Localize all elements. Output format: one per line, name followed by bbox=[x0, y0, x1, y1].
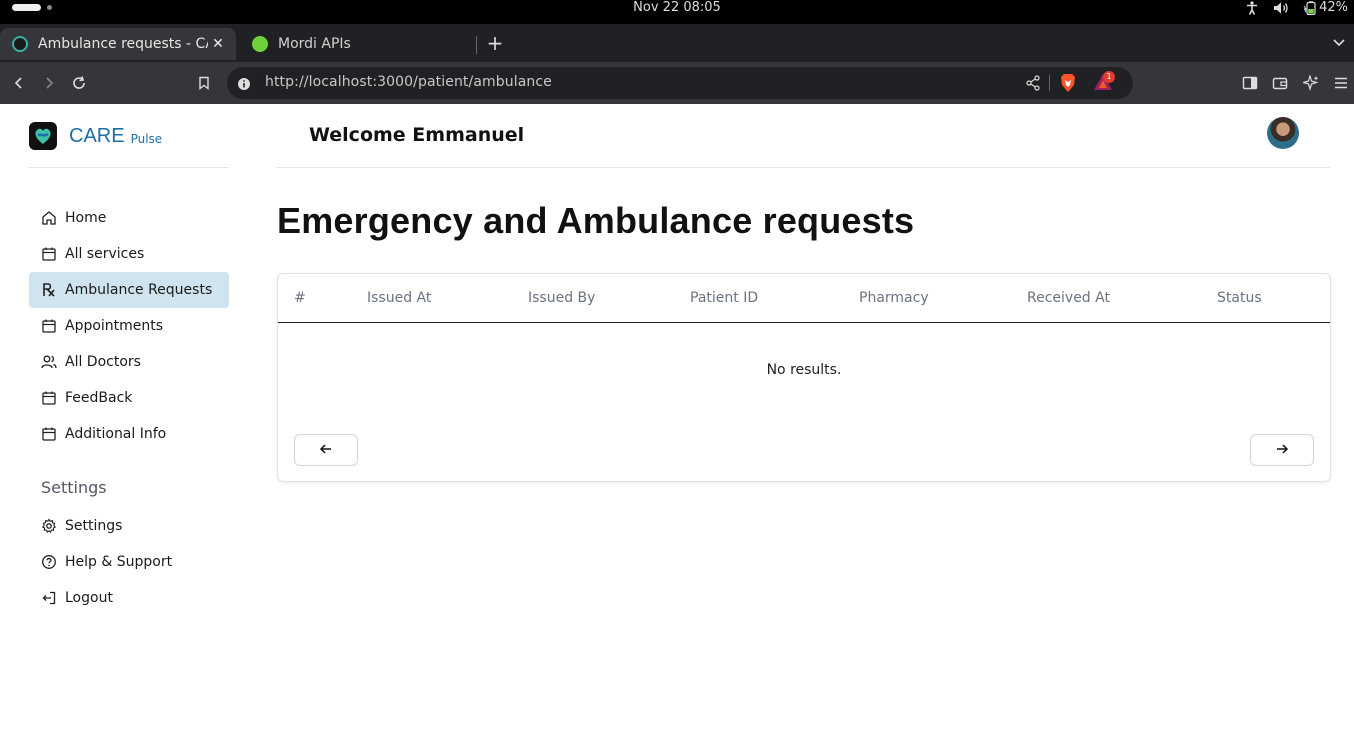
sidebar-item-appointments[interactable]: Appointments bbox=[29, 308, 229, 344]
sidebar-item-label: All Doctors bbox=[65, 354, 141, 370]
share-icon[interactable] bbox=[1025, 75, 1041, 95]
help-icon bbox=[41, 554, 57, 570]
logout-icon bbox=[41, 590, 57, 606]
wallet-icon[interactable] bbox=[1269, 72, 1291, 94]
sidebar-item-all-doctors[interactable]: All Doctors bbox=[29, 344, 229, 380]
sidebar-item-feedback[interactable]: FeedBack bbox=[29, 380, 229, 416]
gear-icon bbox=[41, 518, 57, 534]
tab-ambulance-requests[interactable]: Ambulance requests - CARE ✕ bbox=[0, 28, 236, 60]
settings-nav: Settings Help & Support Logout bbox=[29, 508, 229, 616]
globe-favicon-icon bbox=[252, 36, 268, 52]
tab-search-chevron-icon[interactable] bbox=[1332, 34, 1346, 53]
accessibility-icon[interactable] bbox=[1245, 0, 1259, 15]
url-text[interactable]: http://localhost:3000/patient/ambulance bbox=[265, 74, 552, 90]
rewards-badge: 1 bbox=[1103, 71, 1115, 83]
column-header-patient-id: Patient ID bbox=[690, 290, 759, 306]
back-icon[interactable] bbox=[8, 72, 30, 94]
brand-name: CARE bbox=[69, 124, 125, 147]
home-icon bbox=[41, 210, 57, 226]
close-tab-icon[interactable]: ✕ bbox=[210, 36, 226, 52]
sidebar-item-label: Home bbox=[65, 210, 107, 226]
bookmark-icon[interactable] bbox=[193, 72, 215, 94]
sidebar-item-settings[interactable]: Settings bbox=[29, 508, 229, 544]
app-root: CARE Pulse Home All services Ambulance R… bbox=[0, 104, 1354, 752]
table-header: # Issued At Issued By Patient ID Pharmac… bbox=[278, 274, 1330, 323]
menu-icon[interactable] bbox=[1330, 72, 1352, 94]
sidebar-item-help-support[interactable]: Help & Support bbox=[29, 544, 229, 580]
calendar-icon bbox=[41, 318, 57, 334]
tab-title: Ambulance requests - CARE bbox=[38, 36, 208, 52]
leo-ai-icon[interactable] bbox=[1300, 72, 1322, 94]
reload-icon[interactable] bbox=[68, 72, 90, 94]
column-header-pharmacy: Pharmacy bbox=[859, 290, 929, 306]
previous-page-button[interactable] bbox=[294, 434, 358, 466]
arrow-left-icon bbox=[319, 441, 333, 460]
empty-state-text: No results. bbox=[766, 362, 842, 378]
main-header: Welcome Emmanuel bbox=[277, 104, 1330, 168]
column-header-issued-by: Issued By bbox=[528, 290, 596, 306]
sidebar-item-all-services[interactable]: All services bbox=[29, 236, 229, 272]
sidebar-item-ambulance-requests[interactable]: Ambulance Requests bbox=[29, 272, 229, 308]
sidebar-item-logout[interactable]: Logout bbox=[29, 580, 229, 616]
tab-title: Mordi APIs bbox=[278, 36, 351, 52]
forward-icon[interactable] bbox=[38, 72, 60, 94]
column-header-issued-at: Issued At bbox=[367, 290, 432, 306]
rx-icon bbox=[41, 282, 57, 298]
avatar[interactable] bbox=[1267, 117, 1299, 149]
calendar-icon bbox=[41, 426, 57, 442]
column-header-number: # bbox=[294, 290, 306, 306]
new-tab-icon[interactable]: + bbox=[484, 32, 506, 54]
requests-table-card: # Issued At Issued By Patient ID Pharmac… bbox=[277, 273, 1331, 482]
brand-divider bbox=[29, 167, 229, 168]
calendar-icon bbox=[41, 246, 57, 262]
page-title: Emergency and Ambulance requests bbox=[277, 200, 915, 241]
battery-percent: 42% bbox=[1319, 0, 1348, 15]
os-clock[interactable]: Nov 22 08:05 bbox=[0, 0, 1354, 15]
sidebar-item-label: Appointments bbox=[65, 318, 164, 334]
sidebar-item-additional-info[interactable]: Additional Info bbox=[29, 416, 229, 452]
browser-toolbar: http://localhost:3000/patient/ambulance … bbox=[0, 62, 1354, 104]
calendar-icon bbox=[41, 390, 57, 406]
omnibox-separator bbox=[1049, 75, 1050, 91]
next-page-button[interactable] bbox=[1250, 434, 1314, 466]
tab-separator bbox=[476, 36, 477, 54]
site-info-icon[interactable] bbox=[237, 76, 251, 95]
brave-shields-icon[interactable] bbox=[1059, 73, 1077, 97]
brand[interactable]: CARE Pulse bbox=[29, 120, 162, 152]
sidebar: CARE Pulse Home All services Ambulance R… bbox=[29, 104, 229, 752]
sidebar-item-home[interactable]: Home bbox=[29, 200, 229, 236]
users-icon bbox=[41, 354, 57, 370]
sidebar-toggle-icon[interactable] bbox=[1239, 72, 1261, 94]
sidebar-item-label: Settings bbox=[65, 518, 123, 534]
sidebar-item-label: Additional Info bbox=[65, 426, 167, 442]
address-bar[interactable]: http://localhost:3000/patient/ambulance … bbox=[227, 67, 1133, 99]
battery-indicator[interactable]: 42% bbox=[1303, 0, 1348, 15]
sidebar-item-label: Help & Support bbox=[65, 554, 173, 570]
tab-strip: Ambulance requests - CARE ✕ Mordi APIs + bbox=[0, 24, 1354, 62]
column-header-received-at: Received At bbox=[1027, 290, 1110, 306]
column-header-status: Status bbox=[1217, 290, 1262, 306]
settings-heading: Settings bbox=[41, 478, 107, 497]
tab-mordi-apis[interactable]: Mordi APIs bbox=[240, 28, 476, 60]
sidebar-item-label: Logout bbox=[65, 590, 113, 606]
arrow-right-icon bbox=[1275, 441, 1289, 460]
brand-subtitle: Pulse bbox=[130, 132, 163, 146]
welcome-text: Welcome Emmanuel bbox=[309, 124, 525, 146]
care-favicon-icon bbox=[12, 36, 28, 52]
care-logo-icon bbox=[29, 122, 57, 150]
system-tray[interactable]: 42% bbox=[1245, 0, 1348, 15]
sidebar-item-label: FeedBack bbox=[65, 390, 133, 406]
battery-icon bbox=[1303, 0, 1317, 15]
volume-icon[interactable] bbox=[1273, 1, 1289, 15]
sidebar-nav: Home All services Ambulance Requests App… bbox=[29, 200, 229, 452]
sidebar-item-label: Ambulance Requests bbox=[65, 282, 213, 298]
sidebar-item-label: All services bbox=[65, 246, 145, 262]
brave-rewards-icon[interactable]: 1 bbox=[1093, 71, 1115, 95]
os-top-bar: Nov 22 08:05 42% bbox=[0, 0, 1354, 24]
